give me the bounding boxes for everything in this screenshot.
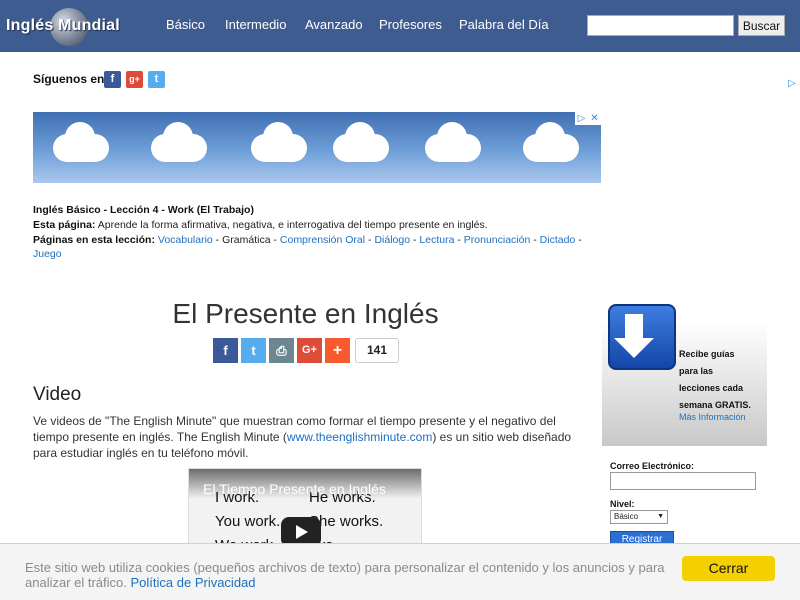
- lesson-pages: Páginas en esta lección: Vocabulario - G…: [33, 234, 582, 246]
- link-juego[interactable]: Juego: [33, 248, 62, 260]
- video-title[interactable]: El Tiempo Presente en Inglés: [203, 481, 386, 497]
- lesson-pages-continued: Juego: [33, 247, 593, 262]
- nav-profesores[interactable]: Profesores: [379, 17, 442, 32]
- privacy-policy-link[interactable]: Política de Privacidad: [131, 575, 256, 590]
- share-print-button[interactable]: ⎙: [269, 338, 294, 363]
- google-plus-icon[interactable]: g+: [126, 71, 143, 88]
- cookie-close-button[interactable]: Cerrar: [682, 556, 775, 581]
- top-navigation-bar: Inglés Mundial Básico Intermedio Avanzad…: [0, 0, 800, 52]
- nav-palabra-del-dia[interactable]: Palabra del Día: [459, 17, 549, 32]
- more-info-link[interactable]: Más Información: [679, 412, 746, 422]
- link-vocabulario[interactable]: Vocabulario: [158, 234, 213, 246]
- level-select[interactable]: Básico: [610, 510, 668, 524]
- banner-ad[interactable]: ▷ ✕: [33, 112, 601, 183]
- link-dictado[interactable]: Dictado: [540, 234, 576, 246]
- follow-label: Síguenos en: [33, 72, 105, 86]
- share-twitter-button[interactable]: t: [241, 338, 266, 363]
- share-facebook-button[interactable]: f: [213, 338, 238, 363]
- search-button[interactable]: Buscar: [738, 15, 785, 36]
- current-page-gramatica: Gramática: [222, 234, 271, 246]
- twitter-icon[interactable]: t: [148, 71, 165, 88]
- download-icon: [608, 304, 676, 370]
- nav-basico[interactable]: Básico: [166, 17, 205, 32]
- link-comprension-oral[interactable]: Comprensión Oral: [280, 234, 365, 246]
- promo-text: Recibe guías para las lecciones cada sem…: [679, 349, 751, 410]
- search-input[interactable]: [587, 15, 734, 36]
- cookie-message: Este sitio web utiliza cookies (pequeños…: [25, 560, 665, 590]
- email-field[interactable]: [610, 472, 756, 490]
- cloud-shape: [151, 122, 207, 162]
- share-google-button[interactable]: G+: [297, 338, 322, 363]
- email-label: Correo Electrónico:: [610, 461, 695, 471]
- share-more-button[interactable]: +: [325, 338, 350, 363]
- cloud-shape: [53, 122, 109, 162]
- site-logo[interactable]: Inglés Mundial: [6, 6, 130, 46]
- newsletter-form: Correo Electrónico: Nivel: Básico Regist…: [602, 446, 767, 549]
- page-title: El Presente en Inglés: [172, 298, 439, 329]
- link-dialogo[interactable]: Diálogo: [374, 234, 410, 246]
- newsletter-promo: Recibe guías para las lecciones cada sem…: [602, 304, 767, 446]
- lesson-heading: Inglés Básico - Lección 4 - Work (El Tra…: [33, 204, 254, 216]
- logo-text: Inglés Mundial: [6, 17, 120, 34]
- cloud-shape: [425, 122, 481, 162]
- nav-avanzado[interactable]: Avanzado: [305, 17, 363, 32]
- video-description: Ve videos de "The English Minute" que mu…: [33, 414, 572, 460]
- link-pronunciacion[interactable]: Pronunciación: [464, 234, 531, 246]
- facebook-icon[interactable]: f: [104, 71, 121, 88]
- link-theenglishminute[interactable]: www.theenglishminute.com: [287, 430, 432, 444]
- cloud-shape: [523, 122, 579, 162]
- ad-choices-icon[interactable]: ▷: [575, 112, 588, 125]
- section-title-video: Video: [33, 384, 82, 405]
- page-description: Esta página: Aprende la forma afirmativa…: [33, 219, 488, 231]
- close-icon[interactable]: ✕: [588, 112, 601, 125]
- share-count: 141: [355, 338, 399, 363]
- cloud-shape: [333, 122, 389, 162]
- ad-choices-icon[interactable]: ▷: [788, 78, 796, 89]
- cloud-shape: [251, 122, 307, 162]
- nav-intermedio[interactable]: Intermedio: [225, 17, 286, 32]
- link-lectura[interactable]: Lectura: [419, 234, 454, 246]
- cookie-consent-bar: Este sitio web utiliza cookies (pequeños…: [0, 543, 800, 600]
- level-label: Nivel:: [610, 499, 635, 509]
